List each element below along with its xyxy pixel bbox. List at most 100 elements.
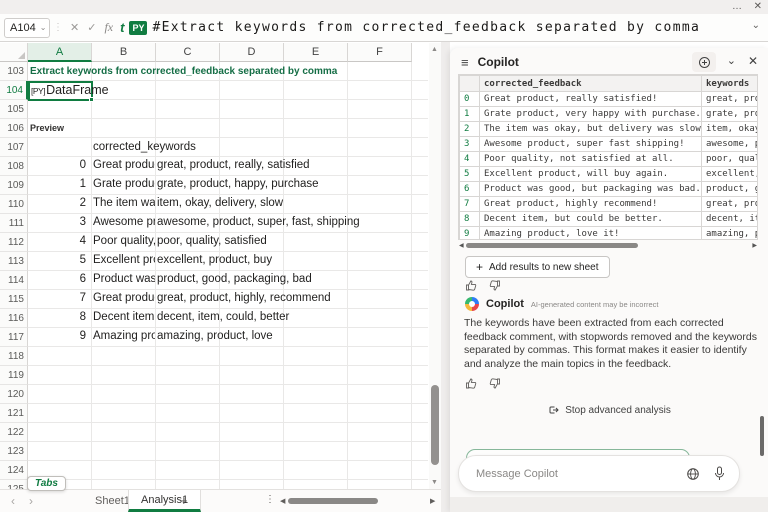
- column-header-C[interactable]: C: [156, 43, 220, 62]
- microphone-icon[interactable]: [714, 466, 725, 481]
- grid-row-119[interactable]: [28, 366, 428, 385]
- preview-feedback-cell[interactable]: Amazing product, love it!: [93, 330, 155, 342]
- row-header-113[interactable]: 113: [0, 252, 28, 271]
- result-table[interactable]: corrected_feedback keywords 0Great produ…: [458, 74, 758, 240]
- row-header-118[interactable]: 118: [0, 347, 28, 366]
- next-sheet-icon[interactable]: ›: [29, 494, 33, 508]
- scroll-down-icon[interactable]: ▼: [431, 479, 438, 486]
- column-header-E[interactable]: E: [284, 43, 348, 62]
- row-header-117[interactable]: 117: [0, 328, 28, 347]
- row-header-111[interactable]: 111: [0, 214, 28, 233]
- panel-close-icon[interactable]: ✕: [748, 54, 758, 68]
- stop-advanced-analysis-button[interactable]: Stop advanced analysis: [450, 404, 768, 416]
- grid-row-120[interactable]: [28, 385, 428, 404]
- preview-index[interactable]: 3: [40, 216, 86, 228]
- row-header-109[interactable]: 109: [0, 176, 28, 195]
- preview-feedback-cell[interactable]: Decent item, but could be better.: [93, 311, 155, 323]
- thumbs-down-icon[interactable]: [488, 377, 501, 390]
- preview-keywords-cell[interactable]: great, product, highly, recommend: [157, 292, 331, 304]
- row-header-115[interactable]: 115: [0, 290, 28, 309]
- row-header-103[interactable]: 103: [0, 62, 28, 81]
- grid-row-122[interactable]: [28, 423, 428, 442]
- tab-overflow-icon[interactable]: ⋮: [265, 494, 275, 505]
- row-header-114[interactable]: 114: [0, 271, 28, 290]
- thumbs-up-icon[interactable]: [465, 377, 478, 390]
- preview-index[interactable]: 8: [40, 311, 86, 323]
- preview-keywords-cell[interactable]: grate, product, happy, purchase: [157, 178, 319, 190]
- grid-vscroll-thumb[interactable]: [431, 385, 439, 465]
- preview-keywords-cell[interactable]: amazing, product, love: [157, 330, 273, 342]
- select-all-corner[interactable]: [0, 43, 28, 62]
- column-header-B[interactable]: B: [92, 43, 156, 62]
- row-header-123[interactable]: 123: [0, 442, 28, 461]
- preview-index[interactable]: 0: [40, 159, 86, 171]
- grid-row-123[interactable]: [28, 442, 428, 461]
- result-table-hscrollbar[interactable]: ◀ ▶: [458, 242, 758, 250]
- row-header-108[interactable]: 108: [0, 157, 28, 176]
- preview-keywords-cell[interactable]: excellent, product, buy: [157, 254, 272, 266]
- preview-keywords-cell[interactable]: item, okay, delivery, slow: [157, 197, 283, 209]
- grid-hscroll-thumb[interactable]: [288, 498, 378, 504]
- grid-row-121[interactable]: [28, 404, 428, 423]
- add-sheet-icon[interactable]: +: [180, 493, 188, 508]
- preview-feedback-cell[interactable]: Great product, really satisfied!: [93, 159, 155, 171]
- thumbs-up-icon[interactable]: [465, 279, 478, 292]
- panel-scrollbar-thumb[interactable]: [760, 416, 764, 456]
- row-header-116[interactable]: 116: [0, 309, 28, 328]
- preview-keywords-cell[interactable]: great, product, really, satisfied: [157, 159, 310, 171]
- grid-row-106[interactable]: [28, 119, 428, 138]
- menu-icon[interactable]: ≡: [461, 55, 469, 70]
- preview-feedback-cell[interactable]: Poor quality, not satisfied at all.: [93, 235, 155, 247]
- row-header-106[interactable]: 106: [0, 119, 28, 138]
- preview-feedback-cell[interactable]: Great product, highly recommend!: [93, 292, 155, 304]
- message-input[interactable]: [476, 468, 656, 480]
- table-scroll-left-icon[interactable]: ◀: [459, 242, 464, 249]
- row-header-112[interactable]: 112: [0, 233, 28, 252]
- row-header-110[interactable]: 110: [0, 195, 28, 214]
- globe-icon[interactable]: [686, 467, 700, 481]
- preview-index[interactable]: 4: [40, 235, 86, 247]
- column-header-F[interactable]: F: [348, 43, 412, 62]
- preview-column-header[interactable]: corrected_keywords: [93, 141, 196, 153]
- preview-feedback-cell[interactable]: Excellent product, will buy again.: [93, 254, 155, 266]
- cell-a103-prompt[interactable]: Extract keywords from corrected_feedback…: [30, 66, 337, 77]
- preview-index[interactable]: 5: [40, 254, 86, 266]
- preview-feedback-cell[interactable]: The item was okay, but delivery was slow…: [93, 197, 155, 209]
- preview-keywords-cell[interactable]: awesome, product, super, fast, shipping: [157, 216, 360, 228]
- collapse-chevron-icon[interactable]: ⌄: [727, 54, 736, 67]
- preview-index[interactable]: 1: [40, 178, 86, 190]
- preview-feedback-cell[interactable]: Grate product, very happy with purchase.: [93, 178, 155, 190]
- preview-keywords-cell[interactable]: decent, item, could, better: [157, 311, 289, 323]
- prev-sheet-icon[interactable]: ‹: [11, 494, 15, 508]
- preview-keywords-cell[interactable]: poor, quality, satisfied: [157, 235, 267, 247]
- row-header-107[interactable]: 107: [0, 138, 28, 157]
- grid-row-118[interactable]: [28, 347, 428, 366]
- cell-a104-dataframe[interactable]: [PY]DataFrame: [31, 83, 109, 97]
- hscroll-left-icon[interactable]: ◀: [280, 497, 285, 505]
- preview-feedback-cell[interactable]: Awesome product, super fast shipping!: [93, 216, 155, 228]
- grid-row-124[interactable]: [28, 461, 428, 480]
- hscroll-right-icon[interactable]: ▶: [430, 497, 435, 505]
- preview-keywords-cell[interactable]: product, good, packaging, bad: [157, 273, 312, 285]
- row-header-119[interactable]: 119: [0, 366, 28, 385]
- thumbs-down-icon[interactable]: [488, 279, 501, 292]
- scroll-up-icon[interactable]: ▲: [431, 46, 438, 53]
- preview-index[interactable]: 9: [40, 330, 86, 342]
- row-header-121[interactable]: 121: [0, 404, 28, 423]
- copilot-input-box[interactable]: [458, 455, 740, 492]
- table-hscroll-thumb[interactable]: [466, 243, 638, 248]
- column-header-A[interactable]: A: [28, 43, 92, 62]
- row-header-105[interactable]: 105: [0, 100, 28, 119]
- grid-row-125[interactable]: [28, 480, 428, 489]
- table-scroll-right-icon[interactable]: ▶: [752, 242, 757, 249]
- fill-handle[interactable]: [89, 97, 94, 102]
- row-header-125[interactable]: 125: [0, 480, 28, 489]
- preview-index[interactable]: 2: [40, 197, 86, 209]
- column-header-D[interactable]: D: [220, 43, 284, 62]
- preview-index[interactable]: 7: [40, 292, 86, 304]
- row-header-124[interactable]: 124: [0, 461, 28, 480]
- grid-row-107[interactable]: [28, 138, 428, 157]
- new-chat-icon[interactable]: [692, 52, 716, 72]
- row-header-120[interactable]: 120: [0, 385, 28, 404]
- grid-vertical-scrollbar[interactable]: ▲ ▼: [429, 43, 441, 489]
